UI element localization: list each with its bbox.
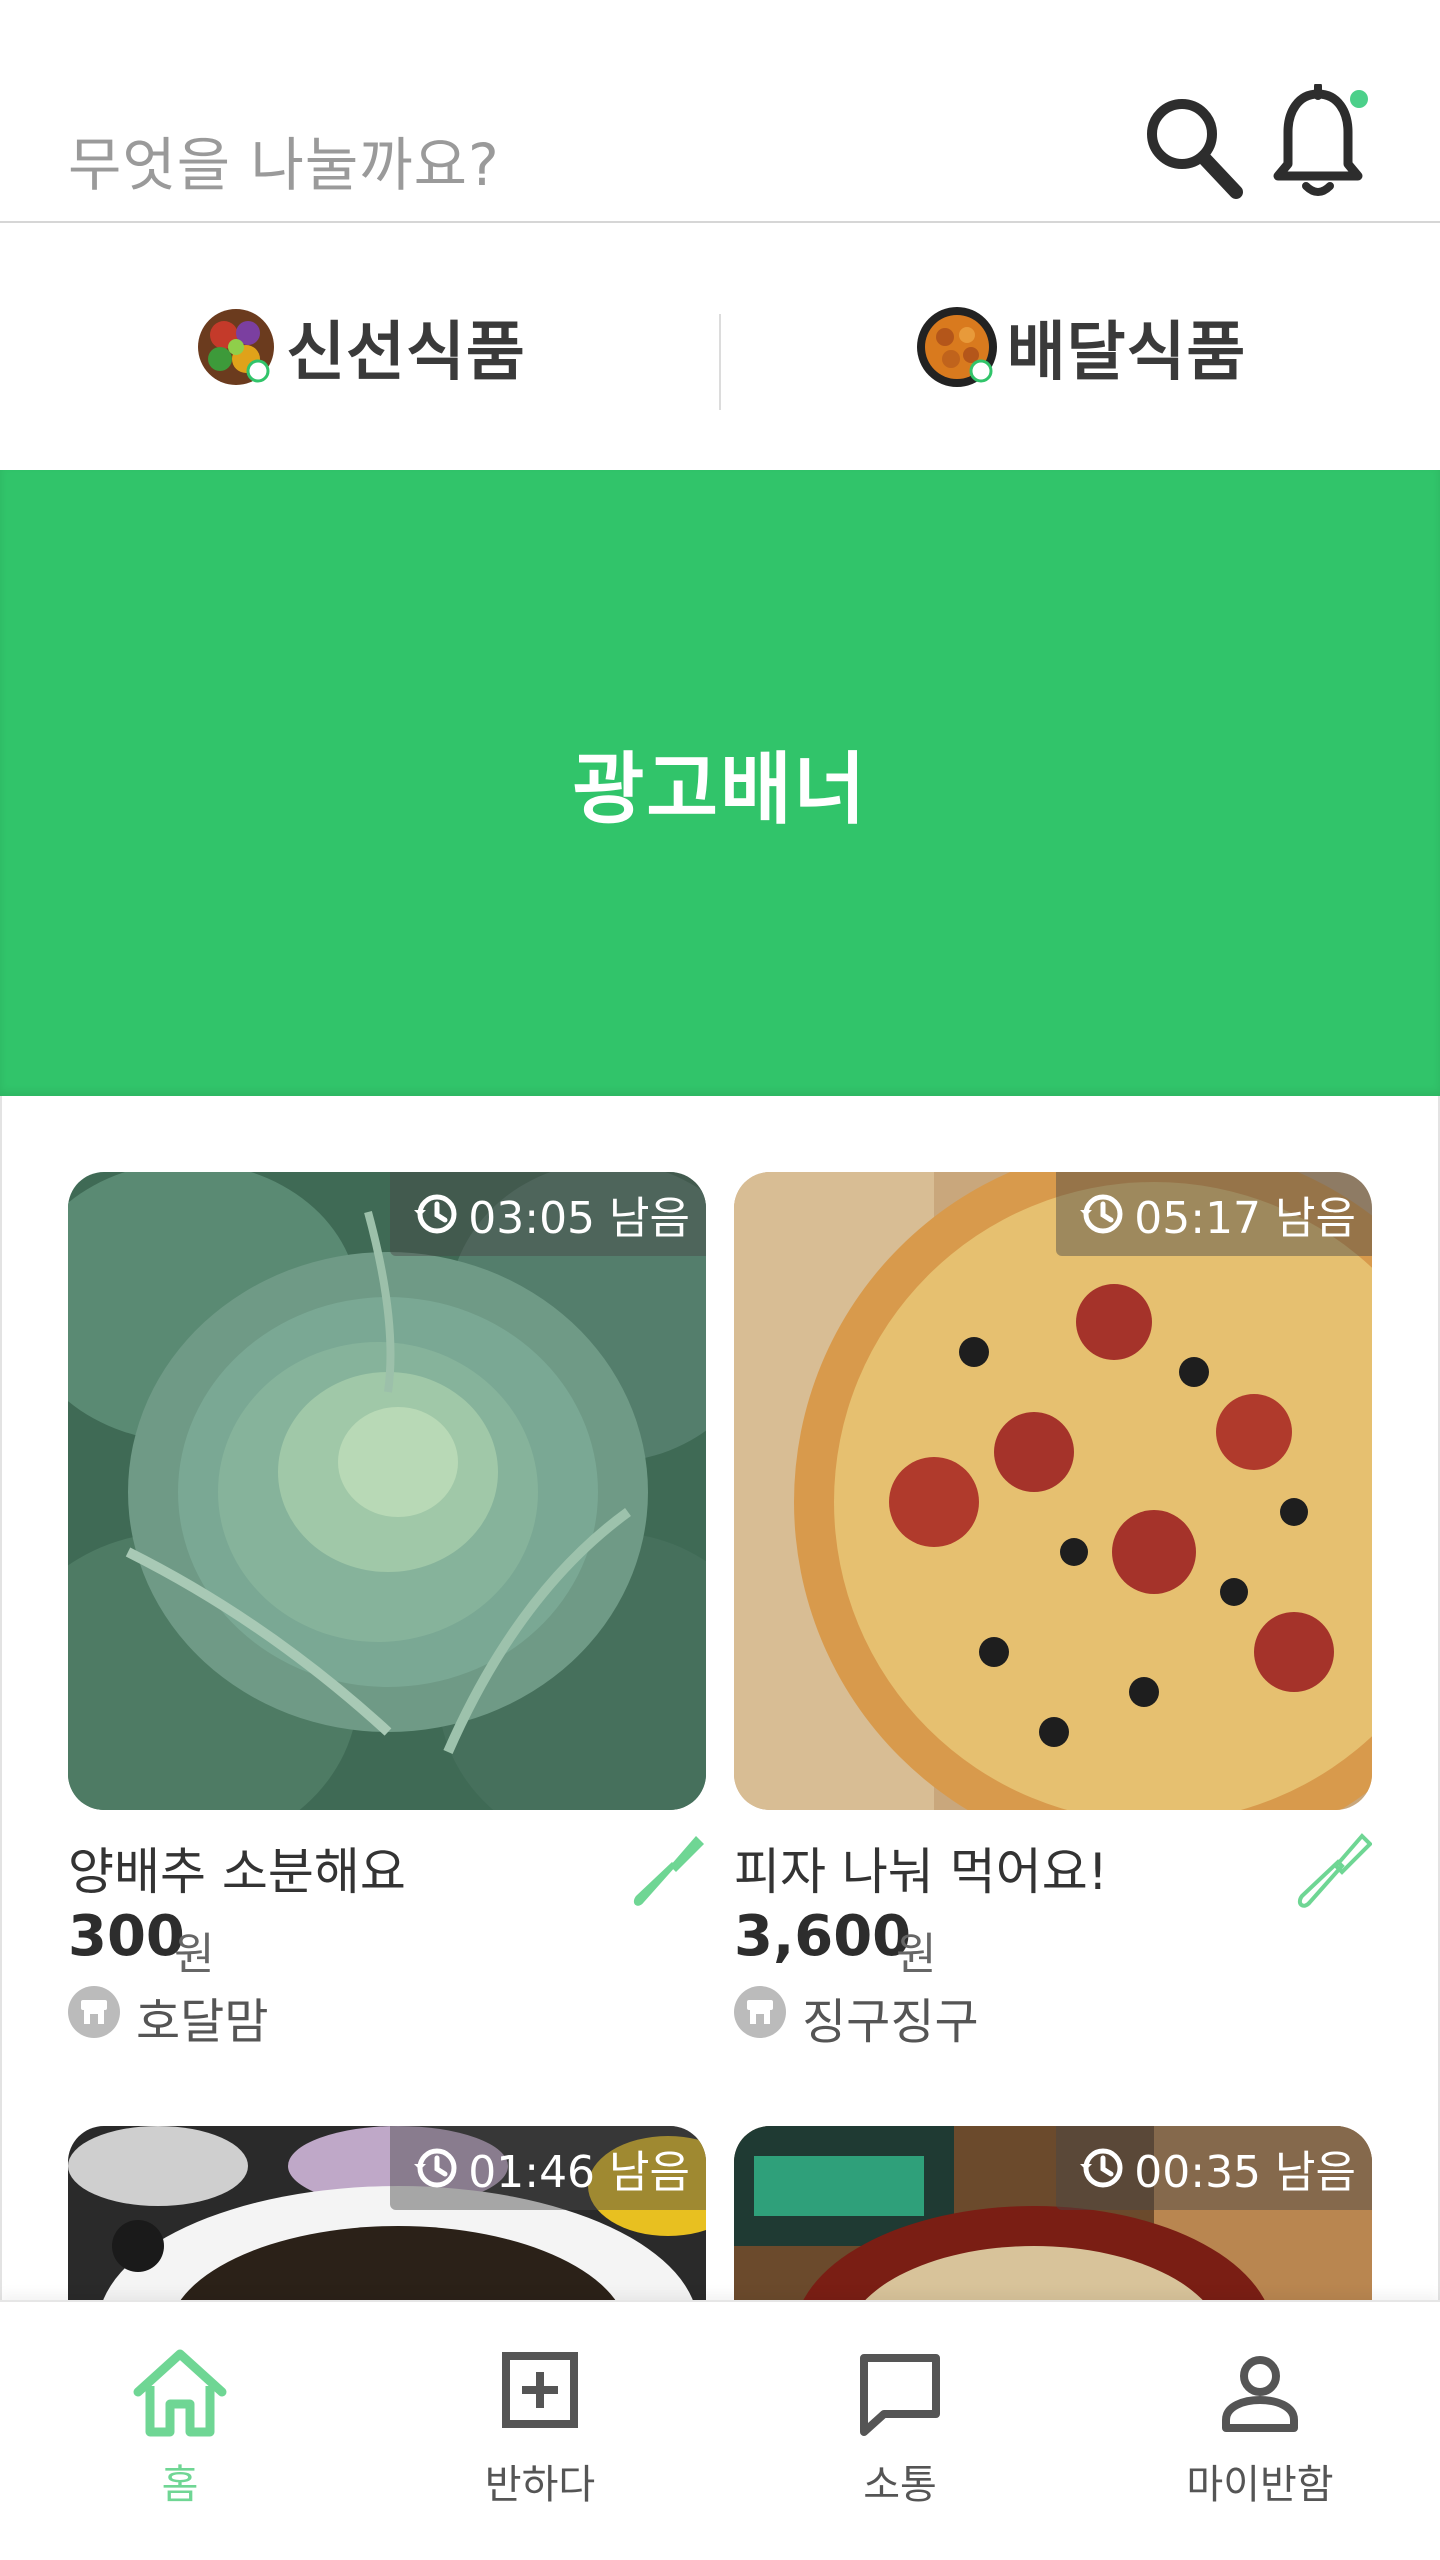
timer-text: 03:05 남음 (468, 1193, 690, 1244)
chat-icon (860, 2354, 940, 2436)
cabbage-photo: 03:05 남음 (68, 1172, 706, 1810)
nav-communication[interactable]: 소통 (720, 2302, 1080, 2560)
search-icon[interactable] (1140, 92, 1244, 202)
post-card[interactable]: 01:46 남음 (68, 2126, 706, 2316)
nav-label: 소통 (863, 2462, 937, 2508)
fork-outline-icon[interactable] (1292, 1832, 1372, 1912)
category-label: 신선식품 (286, 316, 526, 390)
history-icon (414, 2148, 457, 2188)
post-card[interactable]: 05:17 남음 피자 나눠 먹어요! 3,600 원 징구징구 (734, 1172, 1372, 2050)
time-remaining-badge: 00:35 남음 (1056, 2126, 1372, 2210)
notification-dot (1350, 90, 1368, 108)
fork-filled-icon[interactable] (626, 1832, 706, 1912)
jajangmyeon-photo: 01:46 남음 (68, 2126, 706, 2316)
post-card[interactable]: 00:35 남음 (734, 2126, 1372, 2316)
timer-text: 05:17 남음 (1134, 1193, 1356, 1244)
post-price: 300 (68, 1904, 185, 1969)
search-input[interactable]: 무엇을 나눌까요? (68, 118, 500, 202)
post-card[interactable]: 03:05 남음 양배추 소분해요 300 원 호달맘 (68, 1172, 706, 2050)
home-icon (133, 2349, 227, 2437)
nav-banhada[interactable]: 반하다 (360, 2302, 720, 2560)
content-border-left (0, 1096, 2, 2300)
vegetables-icon (198, 309, 275, 385)
nav-label: 마이반함 (1186, 2462, 1334, 2508)
timer-text: 01:46 남음 (468, 2147, 690, 2198)
category-label: 배달식품 (1006, 316, 1247, 390)
person-icon (1222, 2356, 1298, 2432)
currency-label: 원 (896, 1929, 937, 1980)
seller-name: 징구징구 (802, 1994, 979, 2050)
banner-text: 광고배너 (572, 745, 868, 835)
store-icon (68, 1986, 120, 2038)
category-fresh-food[interactable]: 신선식품 (0, 224, 720, 470)
post-price: 3,600 (734, 1904, 912, 1969)
time-remaining-badge: 05:17 남음 (1056, 1172, 1372, 1256)
time-remaining-badge: 03:05 남음 (390, 1172, 706, 1256)
pizza-photo: 05:17 남음 (734, 1172, 1372, 1810)
top-header: 무엇을 나눌까요? (0, 0, 1440, 223)
timer-text: 00:35 남음 (1134, 2147, 1356, 2198)
seller-name: 호달맘 (136, 1994, 269, 2050)
bottom-navigation: 홈 반하다 소통 마이반함 (0, 2300, 1440, 2560)
history-icon (414, 1194, 457, 1234)
category-tabs: 신선식품 배달식품 (0, 224, 1440, 470)
currency-label: 원 (174, 1929, 215, 1980)
time-remaining-badge: 01:46 남음 (390, 2126, 706, 2210)
history-icon (1080, 2148, 1123, 2188)
post-title: 양배추 소분해요 (68, 1843, 406, 1901)
category-delivery-food[interactable]: 배달식품 (721, 224, 1440, 470)
post-title: 피자 나눠 먹어요! (734, 1843, 1108, 1901)
nav-home[interactable]: 홈 (0, 2302, 360, 2560)
add-square-icon (502, 2352, 578, 2428)
ad-banner[interactable]: 광고배너 (0, 470, 1440, 1096)
store-icon (734, 1986, 786, 2038)
udon-photo: 00:35 남음 (734, 2126, 1372, 2316)
history-icon (1080, 1194, 1123, 1234)
fried-chicken-icon (916, 307, 997, 387)
nav-label: 반하다 (484, 2462, 596, 2508)
nav-my-page[interactable]: 마이반함 (1080, 2302, 1440, 2560)
nav-label: 홈 (161, 2462, 199, 2508)
